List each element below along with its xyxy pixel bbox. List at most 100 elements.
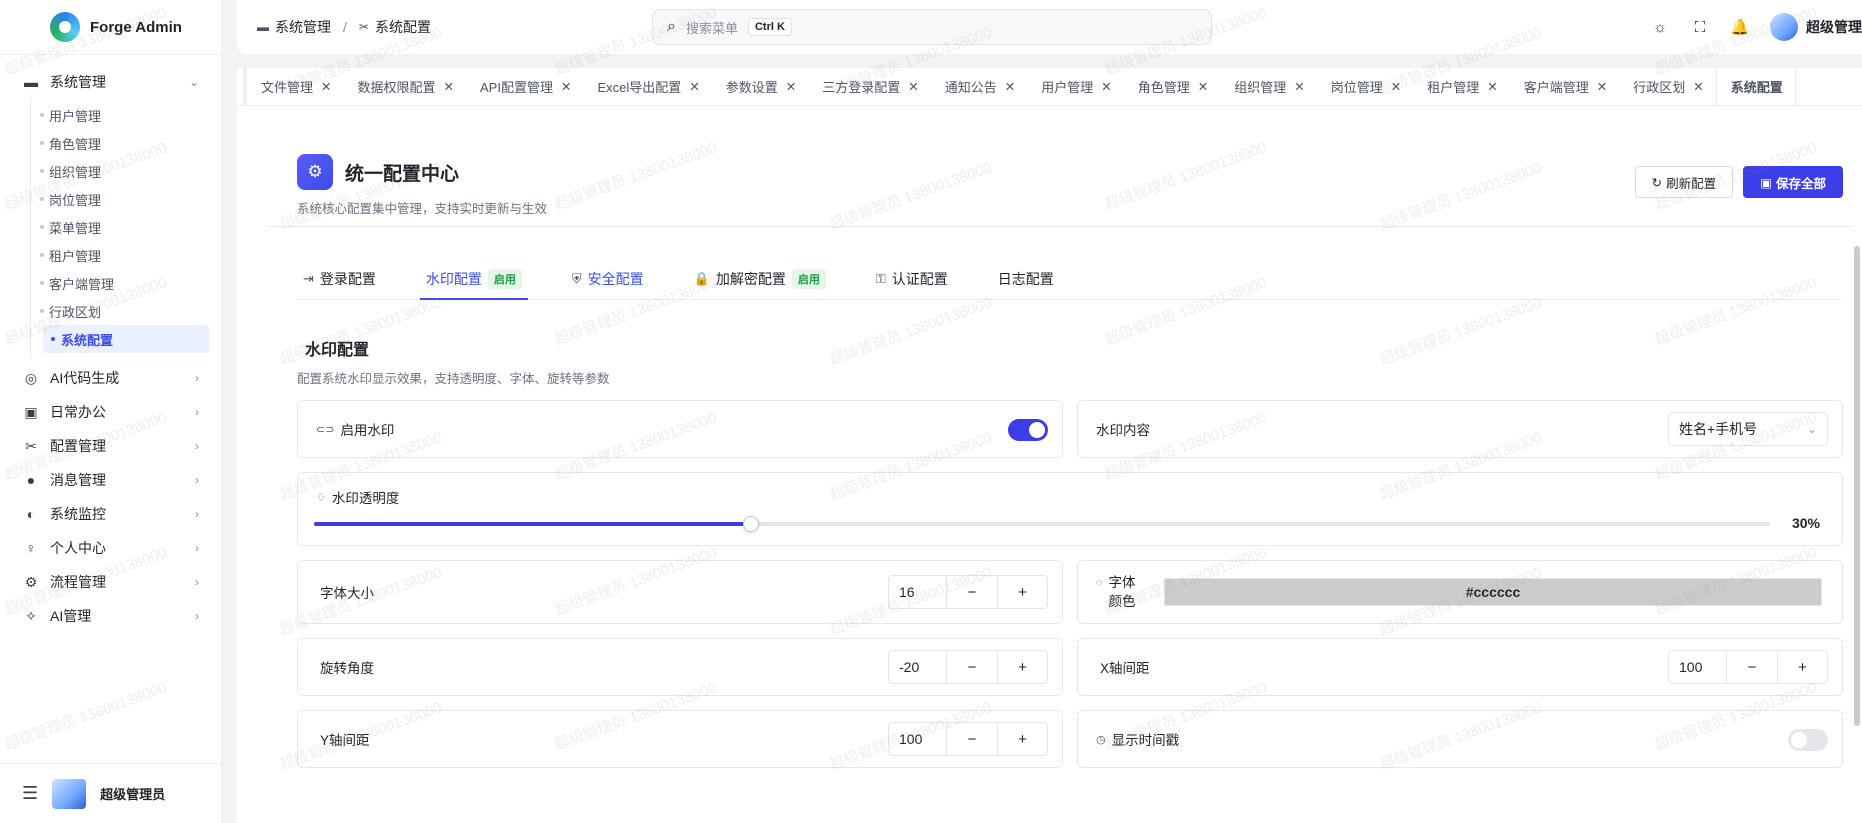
close-icon[interactable]: ✕ [1294, 79, 1304, 94]
sidebar-group-config[interactable]: ✂ 配置管理 › [0, 429, 221, 463]
sidebar-item-regions[interactable]: 行政区划 [31, 297, 209, 325]
tab-security-config[interactable]: ⛨ 安全配置 [566, 259, 650, 299]
monitor-icon: ◐ [26, 506, 36, 522]
sidebar-group-ai-code[interactable]: ◎ AI代码生成 › [0, 361, 221, 395]
close-icon[interactable]: ✕ [1391, 79, 1401, 94]
breadcrumb-item-system[interactable]: 系统管理 [275, 17, 331, 37]
minus-icon[interactable]: − [947, 576, 997, 608]
sidebar-group-message[interactable]: ● 消息管理 › [0, 463, 221, 497]
tab-regions[interactable]: 行政区划 ✕ [1619, 68, 1716, 105]
close-icon[interactable]: ✕ [1101, 79, 1111, 94]
close-icon[interactable]: ✕ [1005, 79, 1015, 94]
tab-third-login[interactable]: 三方登录配置 ✕ [808, 68, 931, 105]
bell-icon[interactable]: 🔔 [1730, 18, 1750, 36]
sidebar-item-menus[interactable]: 菜单管理 [31, 213, 209, 241]
sidebar-group-personal[interactable]: ♀ 个人中心 › [0, 531, 221, 565]
close-icon[interactable]: ✕ [908, 79, 918, 94]
plus-icon[interactable]: + [997, 651, 1047, 683]
rotate-stepper[interactable]: -20 − + [888, 650, 1048, 684]
opacity-value: 30% [1791, 515, 1820, 531]
sidebar-item-users[interactable]: 用户管理 [31, 101, 209, 129]
opacity-slider-handle[interactable] [742, 516, 759, 532]
tab-params[interactable]: 参数设置 ✕ [712, 68, 809, 105]
chevron-right-icon: › [195, 575, 199, 589]
tab-data-permission[interactable]: 数据权限配置 ✕ [344, 68, 467, 105]
tab-posts[interactable]: 岗位管理 ✕ [1317, 68, 1414, 105]
sidebar-item-system-config[interactable]: 系统配置 [43, 325, 209, 353]
tab-file[interactable]: 文件管理 ✕ [247, 68, 344, 105]
sidebar-group-ai[interactable]: ✧ AI管理 › [0, 599, 221, 633]
fullscreen-icon[interactable]: ⛶ [1690, 19, 1710, 36]
plus-icon[interactable]: + [997, 723, 1047, 755]
tab-tenants[interactable]: 租户管理 ✕ [1413, 68, 1510, 105]
tab-label: 客户端管理 [1523, 80, 1589, 95]
tab-api-config[interactable]: API配置管理 ✕ [466, 68, 583, 105]
refresh-config-button[interactable]: ↻ 刷新配置 [1634, 166, 1734, 198]
config-tab-label: 安全配置 [587, 271, 644, 287]
y-gap-value[interactable]: 100 [889, 723, 947, 755]
sidebar-group-monitor[interactable]: ◐ 系统监控 › [0, 497, 221, 531]
font-size-label: 字体大小 [320, 586, 374, 601]
chevron-down-icon: ⌄ [188, 75, 199, 89]
collapse-menu-icon[interactable]: ☰ [22, 783, 38, 804]
font-size-stepper[interactable]: 16 − + [888, 575, 1048, 609]
tab-auth-config[interactable]: ⚿ 认证配置 [870, 259, 954, 299]
brand[interactable]: Forge Admin [0, 0, 221, 54]
close-icon[interactable]: ✕ [444, 79, 454, 94]
scrollbar[interactable] [1854, 246, 1860, 726]
tab-notice[interactable]: 通知公告 ✕ [931, 68, 1028, 105]
save-all-label: 保存全部 [1775, 176, 1826, 191]
x-gap-stepper[interactable]: 100 − + [1668, 650, 1828, 684]
tab-system-config[interactable]: 系统配置 [1715, 68, 1796, 105]
page-description: 系统核心配置集中管理，支持实时更新与生效 [297, 202, 548, 216]
font-size-value[interactable]: 16 [889, 576, 947, 608]
tab-users[interactable]: 用户管理 ✕ [1027, 68, 1124, 105]
tab-label: 通知公告 [944, 80, 997, 95]
timestamp-toggle[interactable] [1788, 729, 1828, 751]
close-icon[interactable]: ✕ [1597, 79, 1607, 94]
minus-icon[interactable]: − [947, 651, 997, 683]
close-icon[interactable]: ✕ [1693, 79, 1703, 94]
close-icon[interactable]: ✕ [561, 79, 571, 94]
rotate-value[interactable]: -20 [889, 651, 947, 683]
watermark-content-select[interactable]: 姓名+手机号 ⌄ [1668, 412, 1828, 446]
tab-crypto-config[interactable]: 🔒 加解密配置 启用 [688, 259, 832, 299]
close-icon[interactable]: ✕ [1487, 79, 1497, 94]
sidebar-item-orgs[interactable]: 组织管理 [31, 157, 209, 185]
tab-roles[interactable]: 角色管理 ✕ [1124, 68, 1221, 105]
theme-sun-icon[interactable]: ☼ [1650, 19, 1670, 36]
plus-icon[interactable]: + [997, 576, 1047, 608]
refresh-icon: ↻ [1651, 175, 1663, 190]
message-icon: ● [26, 472, 36, 488]
minus-icon[interactable]: − [1727, 651, 1777, 683]
y-gap-stepper[interactable]: 100 − + [888, 722, 1048, 756]
sidebar-group-flow[interactable]: ⚙ 流程管理 › [0, 565, 221, 599]
sidebar-item-tenants[interactable]: 租户管理 [31, 241, 209, 269]
sidebar-item-clients[interactable]: 客户端管理 [31, 269, 209, 297]
sidebar-item-roles[interactable]: 角色管理 [31, 129, 209, 157]
config-tab-label: 水印配置 [425, 271, 482, 287]
x-gap-value[interactable]: 100 [1669, 651, 1727, 683]
tab-login-config[interactable]: ⇥ 登录配置 [297, 259, 382, 299]
avatar[interactable] [52, 778, 87, 809]
tab-clients[interactable]: 客户端管理 ✕ [1510, 68, 1620, 105]
tab-log-config[interactable]: 日志配置 [992, 259, 1060, 299]
sidebar-group-system[interactable]: ▬ 系统管理 ⌄ [0, 65, 221, 99]
sidebar-group-office[interactable]: ▣ 日常办公 › [0, 395, 221, 429]
minus-icon[interactable]: − [947, 723, 997, 755]
tab-excel-export[interactable]: Excel导出配置 ✕ [583, 68, 711, 105]
tab-orgs[interactable]: 组织管理 ✕ [1220, 68, 1317, 105]
close-icon[interactable]: ✕ [786, 79, 796, 94]
plus-icon[interactable]: + [1777, 651, 1827, 683]
chevron-right-icon: › [195, 541, 199, 555]
save-all-button[interactable]: ▣ 保存全部 [1743, 166, 1843, 198]
close-icon[interactable]: ✕ [689, 79, 699, 94]
close-icon[interactable]: ✕ [1198, 79, 1208, 94]
font-color-picker[interactable]: #cccccc [1164, 578, 1822, 606]
tab-watermark-config[interactable]: 水印配置 启用 [419, 259, 528, 300]
header-user[interactable]: 超级管理 [1770, 13, 1862, 41]
sidebar-item-posts[interactable]: 岗位管理 [31, 185, 209, 213]
search-input[interactable]: ⌕ 搜索菜单 Ctrl K [652, 9, 1212, 45]
enable-watermark-toggle[interactable] [1008, 419, 1048, 441]
close-icon[interactable]: ✕ [321, 79, 331, 94]
